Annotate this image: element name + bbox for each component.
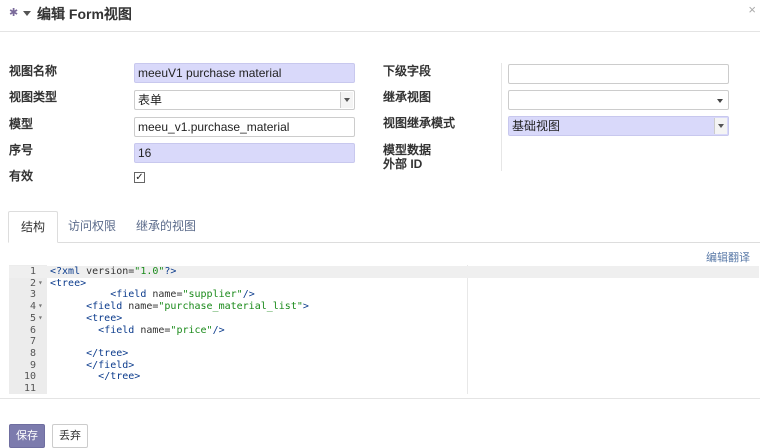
inherit-view-label: 继承视图 <box>383 90 432 104</box>
chevron-down-icon[interactable] <box>717 99 723 103</box>
view-type-select[interactable]: 表单 <box>134 90 355 110</box>
code-text: <field name="purchase_material_list"> <box>86 301 309 313</box>
editor-line[interactable]: 7 <box>9 336 759 348</box>
inherit-mode-value: 基础视图 <box>512 119 561 133</box>
child-field-input[interactable] <box>508 64 729 84</box>
model-data-label: 模型数据 <box>383 143 432 157</box>
column-divider <box>501 63 502 171</box>
line-number: 4 <box>29 301 36 313</box>
dialog-title: 编辑 Form视图 <box>37 6 132 22</box>
view-type-value: 表单 <box>138 93 163 107</box>
line-number: 5 <box>29 312 36 324</box>
line-number: 10 <box>23 371 36 383</box>
editor-line[interactable]: 8 </tree> <box>9 348 759 360</box>
tab-inherited-views[interactable]: 继承的视图 <box>124 211 208 243</box>
code-text: <field name="supplier"/> <box>110 289 255 301</box>
code-text: <tree> <box>86 312 123 324</box>
view-type-label: 视图类型 <box>9 90 58 104</box>
code-text: <field name="price"/> <box>98 324 225 336</box>
editor-line[interactable]: 6 <field name="price"/> <box>9 325 759 337</box>
active-label: 有效 <box>9 169 34 183</box>
model-label: 模型 <box>9 117 34 131</box>
line-number: 3 <box>29 289 36 301</box>
child-field-label: 下级字段 <box>383 64 432 78</box>
edit-translation-link[interactable]: 编辑翻译 <box>706 249 750 265</box>
dialog-header: ✱ 编辑 Form视图 × <box>0 0 760 32</box>
footer-divider <box>0 398 760 399</box>
fold-toggle-icon[interactable]: ▾ <box>38 278 43 287</box>
close-icon[interactable]: × <box>748 2 756 17</box>
view-name-input[interactable]: meeuV1 purchase material <box>134 63 355 83</box>
tab-bar: 结构 访问权限 继承的视图 <box>8 211 760 243</box>
bug-icon[interactable]: ✱ <box>9 7 21 19</box>
save-button[interactable]: 保存 <box>9 424 45 448</box>
editor-line[interactable]: 3 <field name="supplier"/> <box>9 289 759 301</box>
code-text: <?xml version="1.0"?> <box>50 266 177 277</box>
model-input[interactable]: meeu_v1.purchase_material <box>134 117 355 137</box>
sequence-input[interactable]: 16 <box>134 143 355 163</box>
fold-toggle-icon[interactable]: ▾ <box>38 301 43 310</box>
fold-toggle-icon[interactable]: ▾ <box>38 313 43 322</box>
editor-line[interactable]: 5 ▾ <tree> <box>9 313 759 325</box>
code-text: </tree> <box>86 347 129 359</box>
editor-line[interactable]: 10 </tree> <box>9 371 759 383</box>
sequence-label: 序号 <box>9 143 34 157</box>
code-editor[interactable]: 1 <?xml version="1.0"?> 2 ▾ <tree> 3 <field n… <box>9 265 759 394</box>
editor-line[interactable]: 9 </field> <box>9 360 759 372</box>
line-number: 9 <box>29 359 36 371</box>
inherit-mode-label: 视图继承模式 <box>383 116 456 130</box>
inherit-mode-select[interactable]: 基础视图 <box>508 116 729 136</box>
chevron-down-icon[interactable] <box>340 92 353 108</box>
line-number: 1 <box>29 266 36 277</box>
code-text: </field> <box>86 359 135 371</box>
editor-line[interactable]: 1 <?xml version="1.0"?> <box>9 266 759 278</box>
discard-button[interactable]: 丢弃 <box>52 424 88 448</box>
active-checkbox[interactable]: ✓ <box>134 172 145 183</box>
line-number: 8 <box>29 347 36 359</box>
line-number: 2 <box>29 277 36 289</box>
inherit-view-select[interactable] <box>508 90 729 110</box>
view-name-label: 视图名称 <box>9 64 58 78</box>
line-number: 11 <box>23 383 36 394</box>
code-text: <tree> <box>50 277 87 289</box>
tab-access-rights[interactable]: 访问权限 <box>56 211 128 243</box>
line-number: 7 <box>29 336 36 348</box>
editor-line[interactable]: 4 ▾ <field name="purchase_material_list"> <box>9 301 759 313</box>
chevron-down-icon[interactable] <box>23 11 31 16</box>
external-id-label: 外部 ID <box>383 157 423 171</box>
editor-line[interactable]: 11 <box>9 383 759 395</box>
chevron-down-icon[interactable] <box>714 118 727 134</box>
editor-line[interactable]: 2 ▾ <tree> <box>9 278 759 290</box>
line-number: 6 <box>29 324 36 336</box>
tab-structure[interactable]: 结构 <box>8 211 59 243</box>
code-text: </tree> <box>98 371 141 383</box>
